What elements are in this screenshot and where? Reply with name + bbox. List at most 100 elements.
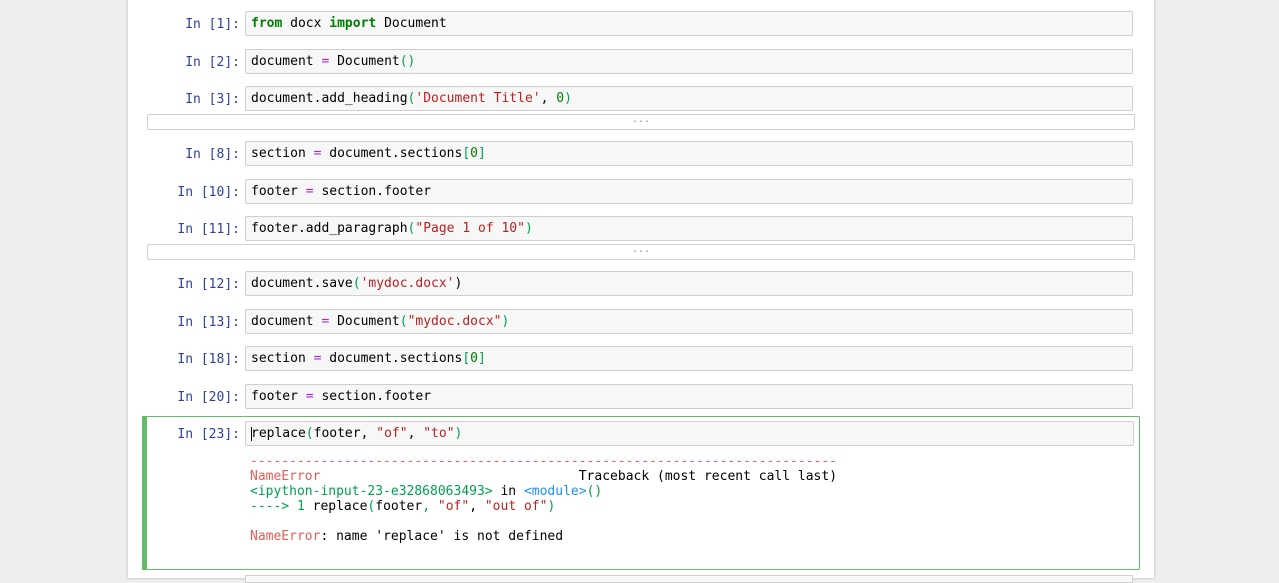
traceback-arrow: ----> 1: [250, 499, 313, 514]
code-line: footer.add_paragraph("Page 1 of 10"): [251, 220, 533, 237]
code-token: footer.add_paragraph: [251, 221, 408, 236]
code-token: section.footer: [313, 389, 432, 404]
code-input[interactable]: document = Document("mydoc.docx"): [245, 309, 1133, 334]
code-token: 'Document Title': [415, 91, 541, 106]
code-token: Document: [329, 314, 400, 329]
input-prompt: In [12]:: [177, 277, 240, 292]
input-prompt: In [13]:: [177, 315, 240, 330]
input-prompt: In [10]:: [177, 185, 240, 200]
code-token: Document: [376, 16, 447, 31]
code-token: "out of": [484, 499, 548, 514]
code-line: document = Document("mydoc.docx"): [251, 313, 509, 330]
notebook-container: In [1]: from docx import Document In [2]…: [128, 0, 1154, 583]
code-token: footer,: [313, 426, 377, 441]
code-token: document: [251, 54, 322, 69]
code-token: replace: [312, 499, 368, 514]
code-line: footer = section.footer: [251, 388, 431, 405]
error-message-text: : name 'replace' is not defined: [320, 529, 564, 544]
code-input[interactable]: replace(footer, "of", "to"): [245, 421, 1134, 446]
code-token: "Page 1 of 10": [415, 221, 525, 236]
traceback-separator: ----------------------------------------…: [250, 454, 837, 469]
code-token: from: [251, 16, 283, 31]
code-token: "mydoc.docx": [407, 314, 502, 329]
code-token: =: [305, 389, 314, 404]
code-input[interactable]: from docx import Document: [245, 11, 1133, 36]
code-token: replace: [251, 426, 306, 441]
code-token: ]: [478, 146, 486, 161]
code-line: footer = section.footer: [251, 183, 431, 200]
code-token: (): [399, 54, 416, 69]
input-prompt: In [11]:: [177, 222, 240, 237]
code-input[interactable]: document.save('mydoc.docx'): [245, 271, 1133, 296]
traceback-in: in: [492, 484, 524, 499]
code-token: (: [399, 314, 408, 329]
traceback-module: <module>: [523, 484, 587, 499]
error-output: ----------------------------------------…: [250, 454, 837, 544]
code-token: (: [305, 426, 314, 441]
input-prompt: In [8]:: [185, 147, 240, 162]
code-token: "of": [376, 426, 408, 441]
code-token: document.add_heading: [251, 91, 408, 106]
code-token: document.sections: [321, 146, 463, 161]
traceback-call: replace(footer, "of", "out of"): [313, 499, 556, 514]
code-token: section: [251, 351, 314, 366]
code-token: ]: [478, 351, 486, 366]
error-name: NameError: [250, 469, 321, 484]
code-token: ,: [540, 91, 557, 106]
input-prompt: In [2]:: [185, 55, 240, 70]
code-line: section = document.sections[0]: [251, 350, 486, 367]
traceback-file: <ipython-input-23-e32868063493>: [250, 484, 493, 499]
collapsed-output[interactable]: ...: [147, 114, 1135, 130]
traceback-paren: (): [586, 484, 603, 499]
code-input[interactable]: footer = section.footer: [245, 384, 1133, 409]
code-line: document.save('mydoc.docx'): [251, 275, 462, 292]
code-token: footer: [251, 184, 306, 199]
code-token: "of": [437, 499, 470, 514]
input-prompt: In [3]:: [185, 92, 240, 107]
code-token: ): [547, 499, 556, 514]
code-token: (: [352, 276, 361, 291]
code-token: ): [564, 91, 572, 106]
code-token: section: [251, 146, 314, 161]
code-input[interactable]: footer = section.footer: [245, 179, 1133, 204]
code-token: =: [305, 184, 314, 199]
code-token: ): [454, 426, 463, 441]
code-token: 0: [470, 146, 478, 161]
code-input[interactable]: document = Document(): [245, 49, 1133, 74]
code-token: footer: [251, 389, 306, 404]
traceback-header: Traceback (most recent call last): [578, 469, 838, 484]
code-token: [: [462, 146, 471, 161]
code-token: ): [524, 221, 533, 236]
input-prompt: In [1]:: [185, 17, 240, 32]
code-input[interactable]: section = document.sections[0]: [245, 346, 1133, 371]
code-token: "to": [423, 426, 455, 441]
code-line: section = document.sections[0]: [251, 145, 486, 162]
input-prompt: In [20]:: [177, 390, 240, 405]
next-code-cell[interactable]: [245, 575, 1133, 583]
code-token: import: [329, 16, 377, 31]
code-input[interactable]: footer.add_paragraph("Page 1 of 10"): [245, 216, 1133, 241]
code-input[interactable]: section = document.sections[0]: [245, 141, 1133, 166]
collapsed-output[interactable]: ...: [147, 244, 1135, 260]
code-token: section.footer: [313, 184, 432, 199]
code-token: [: [462, 351, 471, 366]
code-token: docx: [282, 16, 330, 31]
code-token: 'mydoc.docx': [360, 276, 455, 291]
input-prompt: In [23]:: [177, 427, 240, 442]
code-token: document: [251, 314, 322, 329]
code-token: document.sections: [321, 351, 463, 366]
code-line: document.add_heading('Document Title', 0…: [251, 90, 572, 107]
code-input[interactable]: document.add_heading('Document Title', 0…: [245, 86, 1133, 111]
error-message-name: NameError: [250, 529, 321, 544]
code-line: document = Document(): [251, 53, 415, 70]
code-token: ,: [422, 499, 438, 514]
code-token: document.save: [251, 276, 353, 291]
code-token: 0: [556, 91, 565, 106]
code-token: ,: [407, 426, 424, 441]
code-token: footer: [375, 499, 423, 514]
input-prompt: In [18]:: [177, 352, 240, 367]
code-line: from docx import Document: [251, 15, 447, 32]
code-token: ): [454, 276, 463, 291]
code-line: replace(footer, "of", "to"): [251, 425, 462, 442]
code-token: Document: [329, 54, 400, 69]
